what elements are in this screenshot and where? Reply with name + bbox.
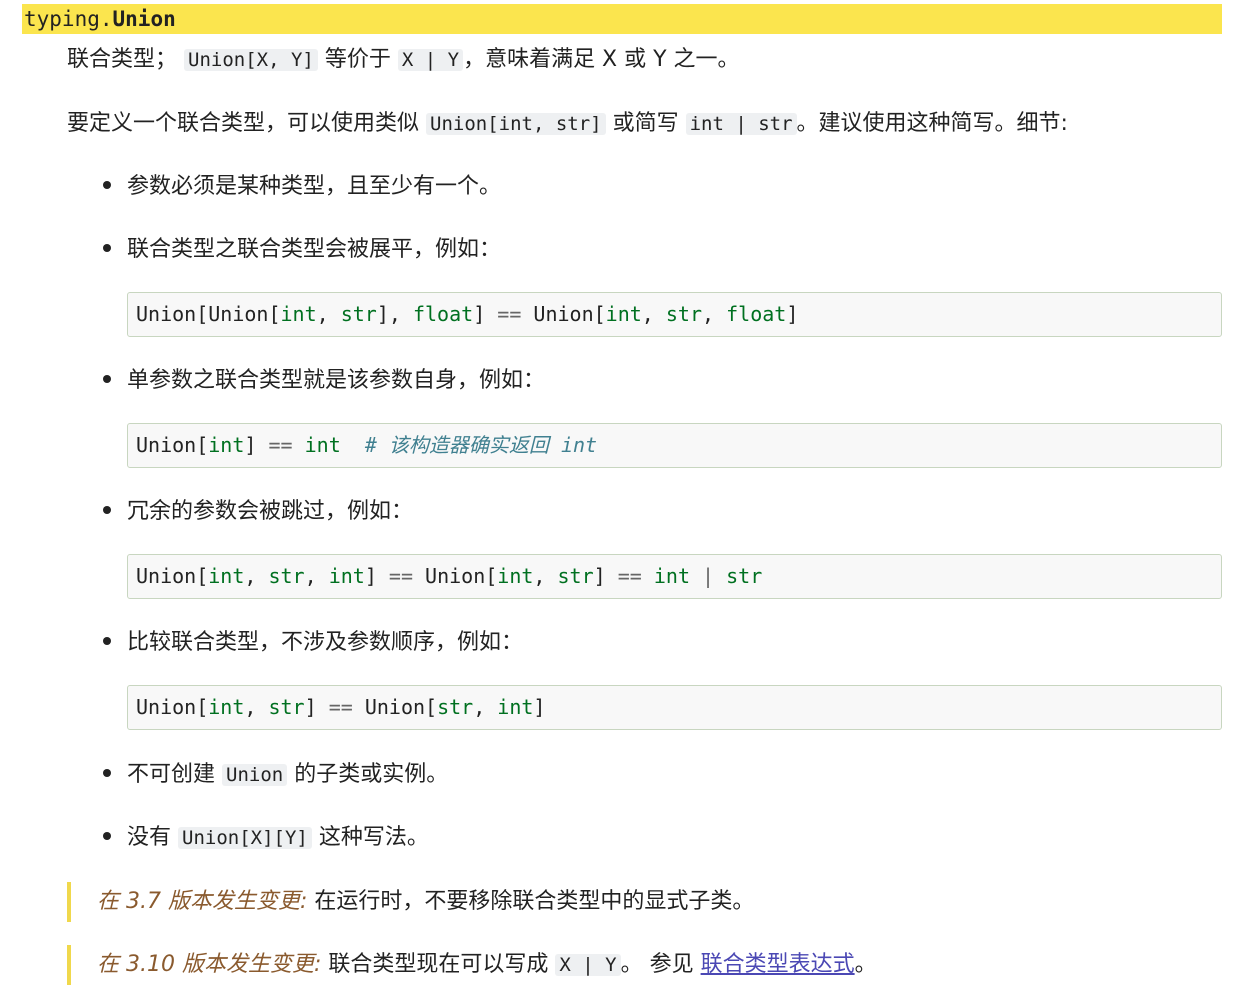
version-changed-note: 在 3.10 版本发生变更: 联合类型现在可以写成 X | Y。 参见 联合类型… (67, 945, 1217, 985)
bullet-icon (103, 832, 111, 840)
list-item: 不可创建 Union 的子类或实例。 (103, 760, 448, 790)
list-item: 比较联合类型，不涉及参数顺序，例如： (103, 628, 523, 658)
intro-text: 等价于 (317, 47, 398, 72)
list-item: 冗余的参数会被跳过，例如： (103, 497, 413, 527)
list-item-text: 参数必须是某种类型，且至少有一个。 (127, 174, 502, 199)
list-item-text: 单参数之联合类型就是该参数自身，例如： (127, 368, 546, 393)
code-block: Union[int, str, int] == Union[int, str] … (127, 554, 1222, 599)
list-item-text: 的子类或实例。 (287, 762, 449, 787)
list-item-text: 没有 (127, 825, 178, 850)
code-block: Union[int] == int # 该构造器确实返回 int (127, 423, 1222, 468)
signature-module: typing. (24, 7, 113, 31)
list-item: 单参数之联合类型就是该参数自身，例如： (103, 366, 545, 396)
inline-code-union-xy: Union[X, Y] (184, 49, 318, 71)
intro-paragraph-1: 联合类型； Union[X, Y] 等价于 X | Y ，意味着满足 X 或 Y … (67, 45, 740, 75)
code-token: Union[Union[ (136, 302, 281, 326)
bullet-icon (103, 244, 111, 252)
bullet-icon (103, 375, 111, 383)
intro-text: 或简写 (605, 111, 686, 136)
bullet-icon (103, 637, 111, 645)
intro-text: 联合类型； (67, 47, 178, 72)
inline-code-int-or-str: int | str (685, 113, 797, 135)
list-item: 参数必须是某种类型，且至少有一个。 (103, 172, 501, 202)
inline-code-union-int-str: Union[int, str] (426, 113, 606, 135)
list-item-text: 这种写法。 (311, 825, 429, 850)
bullet-icon (103, 506, 111, 514)
version-text: 在运行时，不要移除联合类型中的显式子类。 (307, 889, 755, 914)
bullet-icon (103, 769, 111, 777)
inline-code-union-x-y: Union[X][Y] (178, 827, 312, 849)
inline-code-union: Union (222, 764, 288, 786)
api-signature: typing.Union (22, 4, 1222, 34)
code-block: Union[Union[int, str], float] == Union[i… (127, 292, 1222, 337)
code-block: Union[int, str] == Union[str, int] (127, 685, 1222, 730)
intro-text: ，意味着满足 X 或 Y 之一。 (463, 47, 740, 72)
list-item-text: 联合类型之联合类型会被展平，例如： (127, 237, 502, 262)
list-item: 联合类型之联合类型会被展平，例如： (103, 235, 501, 265)
version-text: 联合类型现在可以写成 (321, 952, 556, 977)
list-item-text: 冗余的参数会被跳过，例如： (127, 499, 414, 524)
union-type-expression-link[interactable]: 联合类型表达式 (701, 952, 855, 977)
list-item-text: 比较联合类型，不涉及参数顺序，例如： (127, 630, 524, 655)
signature-name: Union (112, 7, 176, 31)
list-item-text: 不可创建 (127, 762, 222, 787)
list-item: 没有 Union[X][Y] 这种写法。 (103, 823, 429, 853)
intro-paragraph-2: 要定义一个联合类型，可以使用类似 Union[int, str] 或简写 int… (67, 109, 1068, 139)
bullet-icon (103, 181, 111, 189)
intro-text: 要定义一个联合类型，可以使用类似 (67, 111, 426, 136)
version-label: 在 3.7 版本发生变更: (97, 889, 308, 914)
version-changed-note: 在 3.7 版本发生变更: 在运行时，不要移除联合类型中的显式子类。 (67, 882, 1217, 922)
inline-code-x-or-y: X | Y (555, 954, 621, 976)
version-text: 。 参见 (620, 952, 701, 977)
version-label: 在 3.10 版本发生变更: (97, 952, 322, 977)
intro-text: 。建议使用这种简写。细节: (796, 111, 1068, 136)
version-text: 。 (854, 952, 877, 977)
inline-code-x-or-y: X | Y (397, 49, 464, 71)
